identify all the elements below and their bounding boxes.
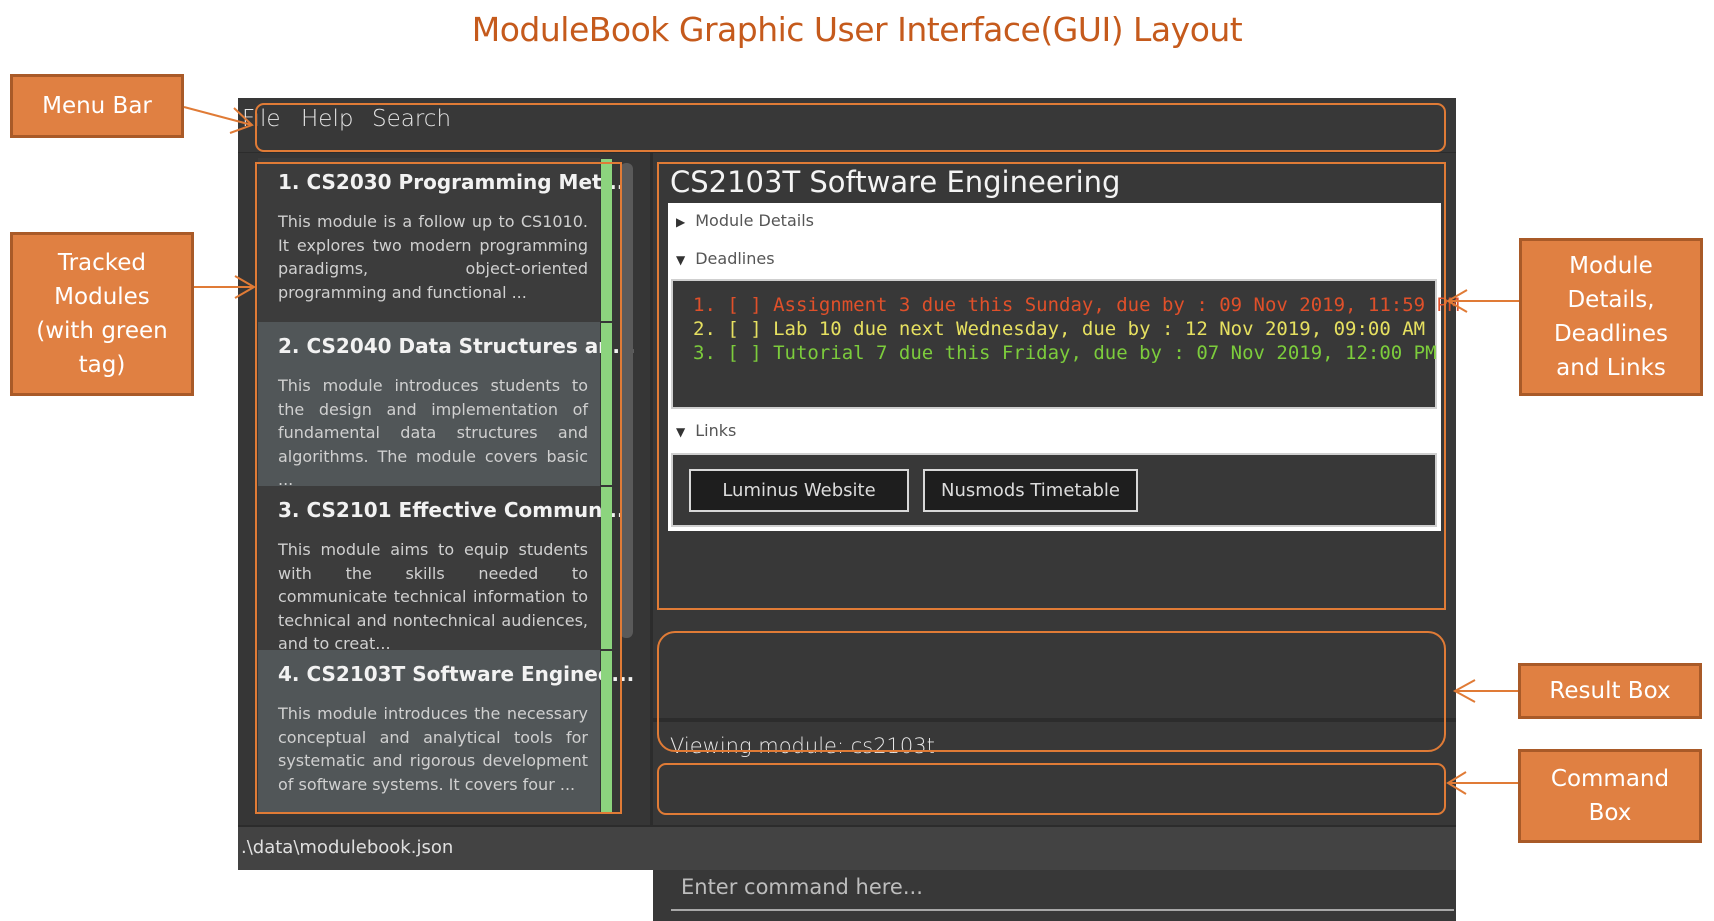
annotation-menu-bar: Menu Bar — [10, 74, 184, 138]
deadline-item[interactable]: 3. [ ] Tutorial 7 due this Friday, due b… — [693, 341, 1437, 365]
module-description: This module is a follow up to CS1010. It… — [278, 212, 588, 302]
tracked-tag — [601, 323, 612, 485]
links-toggle[interactable]: ▼ Links — [676, 421, 736, 440]
module-list-item[interactable]: 3. CS2101 Effective Communi... This modu… — [258, 486, 633, 653]
luminus-website-button[interactable]: Luminus Website — [689, 469, 909, 512]
save-location-text: .\data\modulebook.json — [241, 837, 454, 858]
module-list-panel: 1. CS2030 Programming Met... This module… — [238, 153, 653, 868]
menu-file[interactable]: File — [242, 106, 281, 132]
annotation-tracked-modules-text: Tracked Modules (with green tag) — [36, 250, 168, 378]
menu-search[interactable]: Search — [372, 106, 451, 132]
deadlines-label: Deadlines — [695, 249, 775, 268]
module-details-label: Module Details — [695, 211, 814, 230]
detail-accordion: ▶ Module Details ▼ Deadlines 1. [ ] Assign… — [668, 203, 1459, 531]
module-description: This module aims to equip students with … — [278, 540, 588, 653]
menu-help[interactable]: Help — [301, 106, 353, 132]
module-detail-title: CS2103T Software Engineering — [670, 165, 1121, 199]
tracked-tag — [601, 651, 612, 813]
annotation-module-details: Module Details, Deadlines and Links — [1519, 238, 1703, 396]
module-list-item[interactable]: 1. CS2030 Programming Met... This module… — [258, 158, 625, 322]
deadline-item[interactable]: 1. [ ] Assignment 3 due this Sunday, due… — [693, 293, 1459, 317]
module-description: This module introduces the necessary con… — [278, 704, 588, 794]
deadlines-toggle[interactable]: ▼ Deadlines — [676, 249, 775, 268]
list-scrollbar[interactable] — [620, 163, 633, 638]
nusmods-timetable-button[interactable]: Nusmods Timetable — [923, 469, 1138, 512]
triangle-down-icon: ▼ — [676, 253, 686, 267]
status-bar: .\data\modulebook.json — [238, 825, 1456, 870]
annotation-command-box-text: Command Box — [1550, 766, 1670, 826]
tracked-tag — [601, 159, 612, 321]
annotation-result-box-text: Result Box — [1549, 678, 1671, 704]
links-label: Links — [695, 421, 737, 440]
tracked-tag — [601, 487, 612, 649]
annotation-menu-bar-text: Menu Bar — [42, 93, 152, 119]
arrow-command-box — [1446, 771, 1518, 795]
annotation-module-details-text: Module Details, Deadlines and Links — [1553, 253, 1669, 381]
triangle-right-icon: ▶ — [676, 215, 686, 229]
module-title: 4. CS2103T Software Enginee... — [278, 662, 635, 686]
annotation-result-box: Result Box — [1518, 663, 1702, 719]
command-input[interactable] — [671, 865, 1454, 911]
module-description: This module introduces students to the d… — [278, 376, 588, 489]
page-title: ModuleBook Graphic User Interface(GUI) L… — [471, 10, 1243, 49]
module-list-item[interactable]: 4. CS2103T Software Enginee... This modu… — [258, 650, 635, 814]
deadline-item[interactable]: 2. [ ] Lab 10 due next Wednesday, due by… — [693, 317, 1425, 341]
module-title: 1. CS2030 Programming Met... — [278, 170, 625, 194]
arrow-result-box — [1452, 679, 1518, 703]
menu-bar: File Help Search — [238, 98, 1456, 153]
module-detail-panel: CS2103T Software Engineering ▶ Module Det… — [653, 153, 1459, 718]
module-list-item[interactable]: 2. CS2040 Data Structures an... This mod… — [258, 322, 636, 489]
links-container: Luminus Website Nusmods Timetable — [671, 453, 1437, 527]
module-title: 2. CS2040 Data Structures an... — [278, 334, 636, 358]
app-window: File Help Search 1. CS2030 Programming M… — [238, 98, 1459, 921]
annotation-command-box: Command Box — [1518, 749, 1702, 843]
result-text: Viewing module: cs2103t — [670, 734, 935, 758]
module-details-toggle[interactable]: ▶ Module Details — [676, 211, 814, 230]
deadlines-list: 1. [ ] Assignment 3 due this Sunday, due… — [671, 279, 1459, 409]
annotation-tracked-modules: Tracked Modules (with green tag) — [10, 232, 194, 396]
triangle-down-icon: ▼ — [676, 425, 686, 439]
module-title: 3. CS2101 Effective Communi... — [278, 498, 633, 522]
